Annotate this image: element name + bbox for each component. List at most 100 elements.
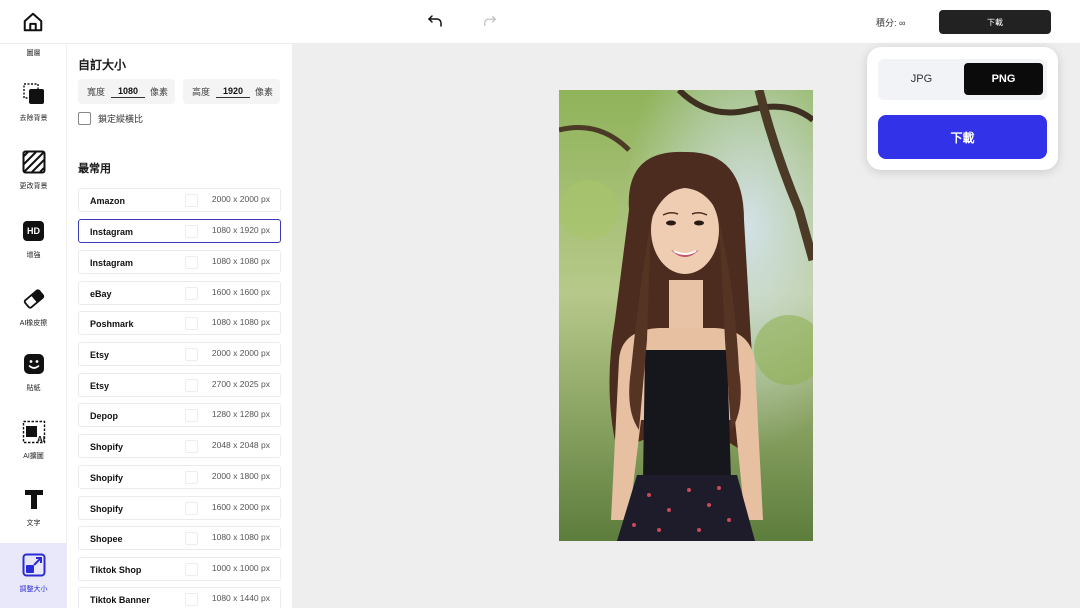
- preset-item[interactable]: Shopee 1080 x 1080 px: [78, 526, 281, 550]
- tool-label: 圖層: [26, 50, 41, 57]
- tool-label: AI橡皮擦: [19, 320, 48, 327]
- preset-item[interactable]: Tiktok Banner 1080 x 1440 px: [78, 587, 281, 608]
- tool-ai-expand[interactable]: AI AI擴圖: [0, 420, 67, 461]
- preset-size: 1080 x 1440 px: [211, 593, 270, 603]
- top-bar: 積分: ∞ 下載: [0, 0, 1080, 44]
- preset-ratio-box: [185, 471, 198, 484]
- preset-ratio-box: [185, 440, 198, 453]
- ai-expand-icon: AI: [22, 420, 46, 444]
- tool-change-background[interactable]: 更改背景: [0, 150, 67, 191]
- tool-ai-eraser[interactable]: AI橡皮擦: [0, 287, 67, 328]
- preset-ratio-box: [185, 348, 198, 361]
- canvas-image[interactable]: [559, 90, 813, 541]
- preset-item[interactable]: Instagram 1080 x 1920 px: [78, 219, 281, 243]
- download-popup: JPG PNG 下載: [867, 47, 1058, 170]
- preset-size: 2700 x 2025 px: [211, 379, 270, 389]
- preset-ratio-box: [185, 225, 198, 238]
- preset-item[interactable]: Shopify 1600 x 2000 px: [78, 496, 281, 520]
- tool-sticker[interactable]: 貼紙: [0, 352, 67, 393]
- preset-item[interactable]: Etsy 2000 x 2000 px: [78, 342, 281, 366]
- width-input[interactable]: 1080: [111, 86, 146, 98]
- preset-ratio-box: [185, 532, 198, 545]
- width-label: 寬度: [87, 87, 106, 97]
- preset-name: eBay: [90, 289, 112, 299]
- preset-ratio-box: [185, 593, 198, 606]
- preset-ratio-box: [185, 409, 198, 422]
- preset-name: Etsy: [90, 350, 110, 360]
- preset-item[interactable]: Depop 1280 x 1280 px: [78, 403, 281, 427]
- preset-item[interactable]: Tiktok Shop 1000 x 1000 px: [78, 557, 281, 581]
- sticker-icon: [22, 352, 46, 376]
- download-button[interactable]: 下載: [878, 115, 1047, 159]
- undo-icon: [427, 15, 442, 27]
- tool-sidebar: 圖層 去除背景 更改背景 HD 增強 AI橡皮擦 貼紙 AI AI擴圖 文字 調…: [0, 44, 67, 608]
- preset-item[interactable]: Shopify 2048 x 2048 px: [78, 434, 281, 458]
- height-input[interactable]: 1920: [216, 86, 251, 98]
- preset-item[interactable]: Instagram 1080 x 1080 px: [78, 250, 281, 274]
- tool-text[interactable]: 文字: [0, 487, 67, 528]
- preset-size: 1080 x 1080 px: [211, 532, 270, 542]
- undo-button[interactable]: [426, 12, 444, 30]
- portrait-photo: [559, 90, 813, 541]
- hd-badge: HD: [23, 221, 44, 241]
- preset-item[interactable]: Etsy 2700 x 2025 px: [78, 373, 281, 397]
- tool-enhance[interactable]: HD 增強: [0, 219, 67, 260]
- hd-icon: HD: [22, 219, 46, 243]
- format-jpg-option[interactable]: JPG: [882, 63, 961, 95]
- preset-ratio-box: [185, 379, 198, 392]
- redo-button[interactable]: [482, 13, 498, 29]
- format-png-option[interactable]: PNG: [964, 63, 1043, 95]
- tool-label: 調整大小: [19, 586, 48, 593]
- tool-label: 貼紙: [26, 385, 41, 392]
- change-bg-icon: [22, 150, 46, 174]
- tool-label: AI擴圖: [23, 453, 44, 460]
- remove-bg-icon: [22, 82, 46, 106]
- preset-name: Shopify: [90, 442, 123, 452]
- preset-name: Amazon: [90, 196, 126, 206]
- tool-layers[interactable]: 圖層: [0, 48, 67, 58]
- preset-ratio-box: [185, 317, 198, 330]
- resize-panel: 自訂大小 寬度 1080 像素 高度 1920 像素 鎖定縱橫比 最常用 Ama…: [67, 44, 292, 608]
- common-title: 最常用: [78, 163, 111, 175]
- tool-resize[interactable]: 調整大小: [0, 543, 67, 608]
- preset-ratio-box: [185, 256, 198, 269]
- lock-aspect-row[interactable]: 鎖定縱橫比: [78, 112, 143, 125]
- panel-title: 自訂大小: [78, 58, 127, 72]
- resize-icon: [22, 553, 46, 577]
- preset-name: Instagram: [90, 258, 134, 268]
- tool-remove-background[interactable]: 去除背景: [0, 82, 67, 123]
- preset-item[interactable]: Amazon 2000 x 2000 px: [78, 188, 281, 212]
- lock-aspect-checkbox[interactable]: [78, 112, 91, 125]
- preset-name: Poshmark: [90, 319, 134, 329]
- preset-name: Shopify: [90, 504, 123, 514]
- eraser-icon: [22, 287, 46, 311]
- credits-label: 積分: ∞: [876, 18, 906, 28]
- preset-size: 1280 x 1280 px: [211, 409, 270, 419]
- preset-item[interactable]: Poshmark 1080 x 1080 px: [78, 311, 281, 335]
- height-unit: 像素: [255, 87, 274, 97]
- preset-name: Tiktok Shop: [90, 565, 142, 575]
- lock-aspect-label: 鎖定縱橫比: [98, 114, 144, 124]
- preset-size: 2048 x 2048 px: [211, 440, 270, 450]
- preset-item[interactable]: eBay 1600 x 1600 px: [78, 281, 281, 305]
- preset-size: 1000 x 1000 px: [211, 563, 270, 573]
- svg-text:AI: AI: [37, 435, 45, 444]
- home-icon: [23, 12, 43, 32]
- text-icon: [22, 487, 46, 511]
- preset-ratio-box: [185, 287, 198, 300]
- tool-label: 文字: [26, 520, 41, 527]
- preset-ratio-box: [185, 194, 198, 207]
- format-toggle: JPG PNG: [878, 59, 1047, 100]
- preset-size: 1080 x 1080 px: [211, 317, 270, 327]
- width-field[interactable]: 寬度 1080 像素: [78, 79, 175, 104]
- height-field[interactable]: 高度 1920 像素: [183, 79, 280, 104]
- preset-name: Shopify: [90, 473, 123, 483]
- preset-size: 2000 x 1800 px: [211, 471, 270, 481]
- preset-size: 2000 x 2000 px: [211, 348, 270, 358]
- preset-ratio-box: [185, 563, 198, 576]
- preset-size: 1600 x 1600 px: [211, 287, 270, 297]
- preset-name: Etsy: [90, 381, 110, 391]
- preset-item[interactable]: Shopify 2000 x 1800 px: [78, 465, 281, 489]
- download-button-top[interactable]: 下載: [939, 10, 1051, 34]
- home-button[interactable]: [18, 8, 48, 36]
